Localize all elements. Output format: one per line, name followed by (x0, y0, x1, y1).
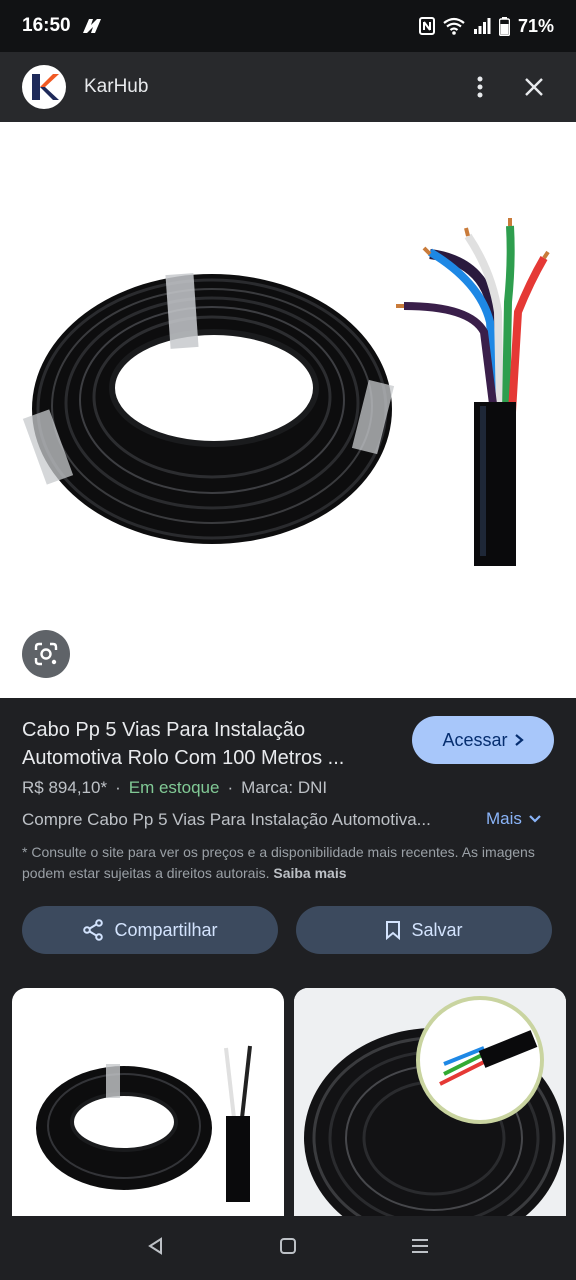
signal-icon (473, 17, 491, 35)
back-icon (148, 1236, 162, 1255)
disclaimer-note: * Consulte o site para ver os preços e a… (22, 842, 558, 884)
nfc-icon (418, 17, 435, 35)
wifi-icon (443, 17, 465, 35)
separator: · (115, 778, 121, 797)
product-title[interactable]: Cabo Pp 5 Vias Para Instalação Automotiv… (22, 716, 392, 772)
battery-percent: 71% (517, 15, 554, 36)
learn-more-link[interactable]: Saiba mais (273, 865, 346, 881)
app-title: KarHub (84, 76, 149, 97)
product-description: Compre Cabo Pp 5 Vias Para Instalação Au… (22, 810, 431, 829)
share-button[interactable]: Compartilhar (22, 906, 278, 954)
share-label: Compartilhar (114, 919, 218, 940)
save-button[interactable]: Salvar (296, 906, 552, 954)
system-navigation-bar (0, 1216, 576, 1280)
product-image[interactable] (0, 122, 576, 698)
battery-icon (498, 16, 510, 36)
home-button[interactable] (278, 1236, 298, 1261)
stock-status: Em estoque (128, 778, 220, 797)
visit-button[interactable]: Acessar (412, 716, 554, 764)
status-time: 16:50 (22, 15, 71, 36)
more-button[interactable]: Mais (486, 809, 542, 829)
product-price: R$ 894,10* (22, 778, 108, 797)
product-info-panel: Cabo Pp 5 Vias Para Instalação Automotiv… (0, 698, 576, 988)
bookmark-icon (386, 921, 401, 940)
close-icon (525, 78, 543, 96)
share-icon (83, 919, 104, 941)
more-options-button[interactable] (460, 67, 500, 107)
close-button[interactable] (514, 67, 554, 107)
google-lens-button[interactable] (22, 630, 70, 678)
home-icon (280, 1237, 296, 1254)
notification-app-icon (81, 17, 103, 35)
related-image-2[interactable] (294, 988, 566, 1218)
recents-icon (412, 1238, 428, 1253)
visit-button-label: Acessar (442, 729, 508, 750)
product-brand: Marca: DNI (241, 778, 328, 797)
more-vert-icon (477, 76, 483, 98)
chevron-down-icon (529, 815, 541, 823)
chevron-right-icon (514, 734, 524, 746)
back-button[interactable] (146, 1236, 166, 1261)
app-header: KarHub (0, 52, 576, 122)
related-image-1[interactable] (12, 988, 284, 1218)
save-label: Salvar (411, 919, 463, 940)
status-bar: 16:50 71% (0, 0, 576, 52)
more-label: Mais (486, 809, 522, 828)
price-line: R$ 894,10* · Em estoque · Marca: DNI (22, 778, 327, 798)
separator: · (227, 778, 234, 797)
lens-icon (34, 642, 58, 666)
karhub-logo (22, 65, 66, 109)
recents-button[interactable] (410, 1236, 430, 1261)
